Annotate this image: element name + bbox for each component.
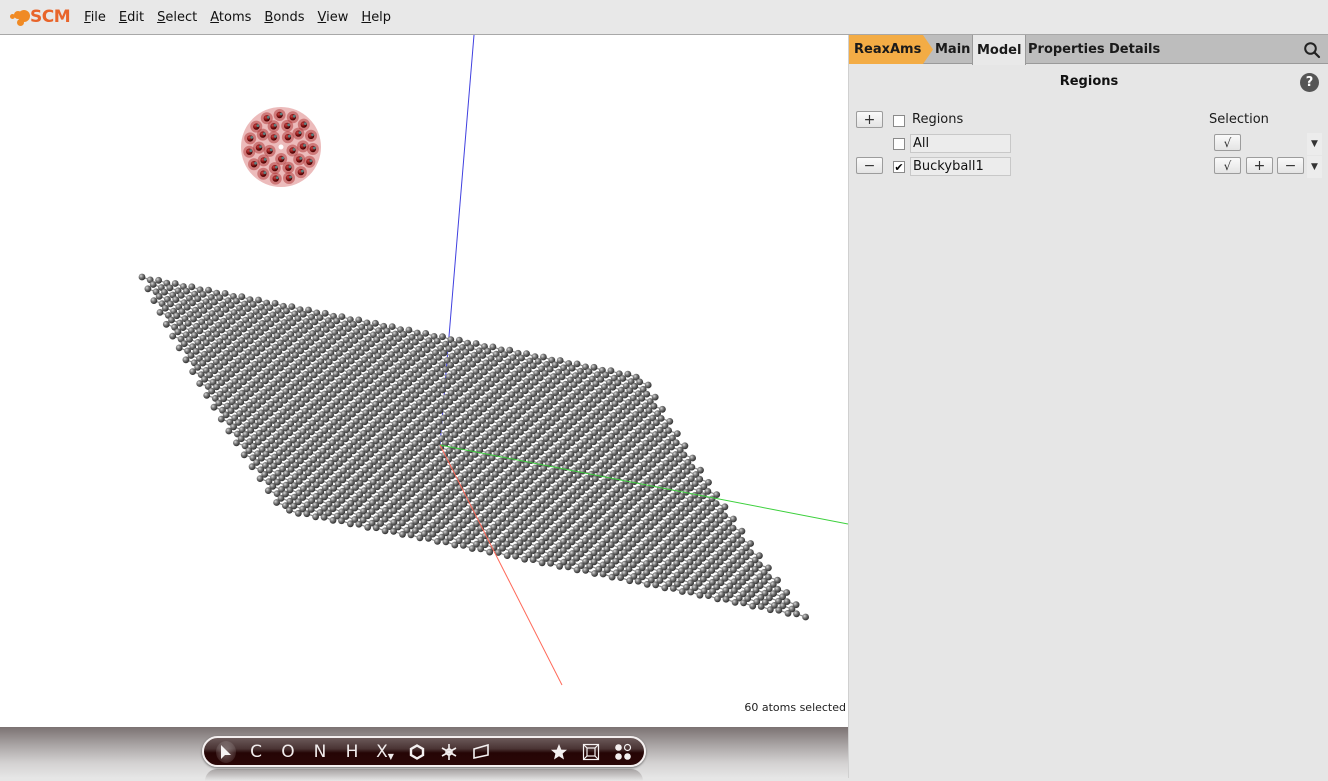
structure-tool-button[interactable] — [438, 741, 460, 763]
menu-bonds[interactable]: Bonds — [264, 10, 304, 25]
region-buckyball1-checkbox[interactable]: ✔ — [893, 161, 905, 173]
add-region-button[interactable]: + — [856, 111, 883, 128]
menu-help[interactable]: Help — [361, 10, 391, 25]
regions-header-label: Regions — [912, 112, 964, 127]
regions-header-checkbox[interactable] — [893, 115, 905, 127]
snowflake-icon — [441, 744, 457, 760]
favorites-tool-button[interactable] — [548, 741, 570, 763]
plane-tool-button[interactable] — [470, 741, 492, 763]
scm-logo: SCM — [10, 7, 71, 27]
search-icon[interactable] — [1303, 41, 1321, 59]
carbon-tool-button[interactable]: C — [246, 741, 266, 763]
hexagon-icon — [409, 744, 425, 760]
tab-model[interactable]: Model — [972, 35, 1027, 65]
oxygen-tool-button[interactable]: O — [278, 741, 298, 763]
ring-tool-button[interactable] — [406, 741, 428, 763]
molecule-viewport[interactable]: 60 atoms selected — [0, 35, 848, 727]
region-buckyball1-remove-selection-button[interactable]: − — [1277, 157, 1304, 174]
menu-bar: SCM File Edit Select Atoms Bonds View He… — [0, 0, 1328, 35]
scene-canvas[interactable] — [0, 35, 848, 727]
star-icon — [551, 744, 567, 760]
region-all-dropdown[interactable]: ▼ — [1307, 133, 1322, 155]
graphene-sheet[interactable] — [138, 273, 809, 621]
menu-edit[interactable]: Edit — [119, 10, 144, 25]
tab-reaxams[interactable]: ReaxAms — [849, 35, 933, 64]
hydrogen-tool-button[interactable]: H — [342, 741, 362, 763]
crystal-tool-button[interactable] — [580, 741, 602, 763]
tab-properties[interactable]: Properties — [1028, 35, 1105, 64]
box-icon — [582, 743, 600, 761]
panel-tab-bar: ReaxAms Main Model Properties Details — [849, 35, 1328, 65]
region-buckyball1-add-selection-button[interactable]: + — [1246, 157, 1273, 174]
bottom-toolbar-area: C O N H X ▼ — [0, 727, 848, 781]
region-buckyball1-select-button[interactable]: √ — [1214, 157, 1241, 174]
buckyball[interactable] — [241, 107, 321, 187]
region-buckyball1-dropdown[interactable]: ▼ — [1307, 156, 1322, 178]
dots-icon — [615, 743, 632, 760]
tab-main[interactable]: Main — [935, 35, 970, 64]
logo-text: SCM — [30, 7, 71, 27]
select-tool-button[interactable] — [214, 741, 238, 763]
region-all-select-button[interactable]: √ — [1214, 134, 1241, 151]
plane-icon — [473, 744, 489, 759]
menu-file[interactable]: File — [84, 10, 106, 25]
selection-header-label: Selection — [1209, 112, 1269, 127]
dropdown-caret-icon: ▼ — [387, 752, 394, 761]
toolbar-reflection — [205, 769, 643, 781]
other-element-tool-button[interactable]: X ▼ — [372, 741, 398, 763]
molecules-tool-button[interactable] — [612, 741, 634, 763]
graphene-atoms — [138, 273, 809, 621]
menu-select[interactable]: Select — [157, 10, 197, 25]
menu-view[interactable]: View — [318, 10, 349, 25]
nitrogen-tool-button[interactable]: N — [310, 741, 330, 763]
selection-status: 60 atoms selected — [744, 701, 846, 714]
editor-toolbar: C O N H X ▼ — [202, 736, 646, 767]
panel-title: Regions — [1059, 74, 1119, 89]
tab-details[interactable]: Details — [1109, 35, 1160, 64]
logo-icon — [10, 8, 30, 26]
region-all-checkbox[interactable] — [893, 138, 905, 150]
menu-atoms[interactable]: Atoms — [210, 10, 251, 25]
region-all-name-field[interactable]: All — [910, 134, 1011, 153]
region-buckyball1-name-field[interactable]: Buckyball1 — [910, 157, 1011, 176]
remove-region-button[interactable]: − — [856, 157, 883, 174]
properties-panel: ReaxAms Main Model Properties Details Re… — [848, 35, 1328, 778]
help-icon[interactable]: ? — [1300, 73, 1319, 92]
